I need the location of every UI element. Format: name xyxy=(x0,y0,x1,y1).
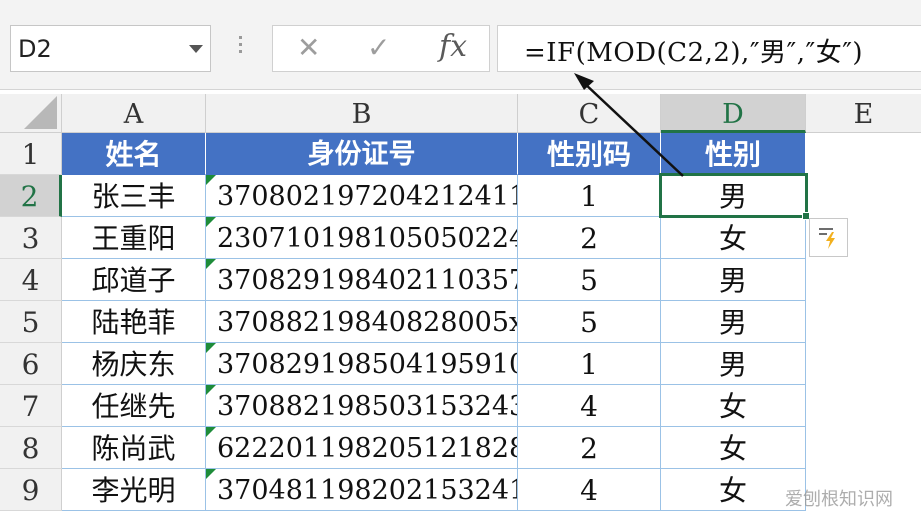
table-row: 9 李光明 370481198202153241 4 女 xyxy=(0,469,921,511)
error-indicator-icon xyxy=(206,175,216,185)
cell-e[interactable] xyxy=(806,343,921,385)
formula-bar: D2 ✕ ✓ fx =IF(MOD(C2,2),″男″,″女″) xyxy=(0,0,921,90)
column-header-c[interactable]: C xyxy=(518,94,661,133)
cell-id-number-text: 370882198503153243 xyxy=(217,391,518,422)
row-header[interactable]: 7 xyxy=(0,385,62,427)
cell-gender[interactable]: 女 xyxy=(661,427,806,469)
row-header[interactable]: 1 xyxy=(0,133,62,175)
error-indicator-icon xyxy=(206,343,216,353)
cell-name[interactable]: 杨庆东 xyxy=(62,343,206,385)
cell-gender[interactable]: 男 xyxy=(661,175,806,217)
cell-id-number[interactable]: 37088219840828005x xyxy=(206,301,518,343)
cell-e[interactable] xyxy=(806,301,921,343)
watermark-text: 爱刨根知识网 xyxy=(785,489,893,510)
cell-id-number-text: 230710198105050224 xyxy=(217,223,518,254)
error-indicator-icon xyxy=(206,427,216,437)
table-row: 2 张三丰 370802197204212411 1 男 xyxy=(0,175,921,217)
name-box[interactable]: D2 xyxy=(10,25,211,72)
enter-icon[interactable]: ✓ xyxy=(367,34,390,62)
cell-name[interactable]: 王重阳 xyxy=(62,217,206,259)
table-row: 5 陆艳菲 37088219840828005x 5 男 xyxy=(0,301,921,343)
cancel-icon[interactable]: ✕ xyxy=(297,34,320,62)
table-row: 3 王重阳 230710198105050224 2 女 xyxy=(0,217,921,259)
cell-gender-code[interactable]: 1 xyxy=(518,343,661,385)
row-header[interactable]: 4 xyxy=(0,259,62,301)
cell-id-number-text: 370829198402110357 xyxy=(217,265,518,296)
name-box-value: D2 xyxy=(18,35,52,63)
column-header-row: A B C D E xyxy=(0,94,921,133)
header-cell-name[interactable]: 姓名 xyxy=(62,133,206,175)
formula-buttons: ✕ ✓ fx xyxy=(272,25,490,72)
cell-gender[interactable]: 男 xyxy=(661,259,806,301)
cell-e[interactable] xyxy=(806,385,921,427)
chevron-down-icon[interactable] xyxy=(189,45,203,53)
cell-name[interactable]: 任继先 xyxy=(62,385,206,427)
cell-gender-code[interactable]: 5 xyxy=(518,301,661,343)
cell-gender-code[interactable]: 2 xyxy=(518,217,661,259)
formula-bar-resize-handle[interactable] xyxy=(238,36,244,62)
table-row: 7 任继先 370882198503153243 4 女 xyxy=(0,385,921,427)
error-indicator-icon xyxy=(206,259,216,269)
error-indicator-icon xyxy=(206,469,216,479)
cell-id-number[interactable]: 230710198105050224 xyxy=(206,217,518,259)
row-header[interactable]: 2 xyxy=(0,175,62,217)
cell-name[interactable]: 陈尚武 xyxy=(62,427,206,469)
cell-gender-code[interactable]: 2 xyxy=(518,427,661,469)
cell-e[interactable] xyxy=(806,175,921,217)
formula-text: =IF(MOD(C2,2),″男″,″女″) xyxy=(524,38,864,68)
cell-e[interactable] xyxy=(806,133,921,175)
error-indicator-icon xyxy=(206,385,216,395)
cell-id-number[interactable]: 370802197204212411 xyxy=(206,175,518,217)
table-row: 8 陈尚武 622201198205121828 2 女 xyxy=(0,427,921,469)
row-header[interactable]: 8 xyxy=(0,427,62,469)
cell-id-number-text: 622201198205121828 xyxy=(217,433,518,464)
cell-gender-code[interactable]: 4 xyxy=(518,385,661,427)
cell-id-number[interactable]: 370829198402110357 xyxy=(206,259,518,301)
row-header[interactable]: 9 xyxy=(0,469,62,511)
table-row: 6 杨庆东 370829198504195910 1 男 xyxy=(0,343,921,385)
cell-id-number[interactable]: 370882198503153243 xyxy=(206,385,518,427)
cell-gender[interactable]: 女 xyxy=(661,385,806,427)
select-all-button[interactable] xyxy=(0,94,62,133)
insert-function-icon[interactable]: fx xyxy=(439,30,467,64)
cell-name[interactable]: 邱道子 xyxy=(62,259,206,301)
cell-gender[interactable]: 女 xyxy=(661,217,806,259)
header-cell-gender-code[interactable]: 性别码 xyxy=(518,133,661,175)
row-header[interactable]: 5 xyxy=(0,301,62,343)
column-header-a[interactable]: A xyxy=(62,94,206,133)
table-row: 4 邱道子 370829198402110357 5 男 xyxy=(0,259,921,301)
cell-gender-code[interactable]: 5 xyxy=(518,259,661,301)
table-header-row: 1 姓名 身份证号 性别码 性别 xyxy=(0,133,921,175)
header-cell-id-number[interactable]: 身份证号 xyxy=(206,133,518,175)
cell-gender[interactable]: 男 xyxy=(661,301,806,343)
cell-id-number[interactable]: 370829198504195910 xyxy=(206,343,518,385)
cell-e[interactable] xyxy=(806,259,921,301)
flash-fill-icon xyxy=(819,228,835,249)
cell-name[interactable]: 陆艳菲 xyxy=(62,301,206,343)
cell-id-number-text: 370481198202153241 xyxy=(217,475,518,506)
header-cell-gender[interactable]: 性别 xyxy=(661,133,806,175)
quick-analysis-button[interactable] xyxy=(809,218,848,257)
row-header[interactable]: 3 xyxy=(0,217,62,259)
cell-name[interactable]: 李光明 xyxy=(62,469,206,511)
select-all-icon xyxy=(24,96,57,129)
column-header-e[interactable]: E xyxy=(806,94,921,133)
cell-id-number-text: 370829198504195910 xyxy=(217,349,518,380)
cell-gender-code[interactable]: 4 xyxy=(518,469,661,511)
row-header[interactable]: 6 xyxy=(0,343,62,385)
cell-id-number[interactable]: 370481198202153241 xyxy=(206,469,518,511)
cell-gender[interactable]: 男 xyxy=(661,343,806,385)
cell-e[interactable] xyxy=(806,427,921,469)
error-indicator-icon xyxy=(206,217,216,227)
cell-id-number-text: 370802197204212411 xyxy=(217,181,518,212)
cell-id-number[interactable]: 622201198205121828 xyxy=(206,427,518,469)
column-header-b[interactable]: B xyxy=(206,94,518,133)
column-header-d[interactable]: D xyxy=(661,94,806,133)
cell-name[interactable]: 张三丰 xyxy=(62,175,206,217)
formula-input[interactable]: =IF(MOD(C2,2),″男″,″女″) xyxy=(497,25,921,72)
cell-gender-code[interactable]: 1 xyxy=(518,175,661,217)
